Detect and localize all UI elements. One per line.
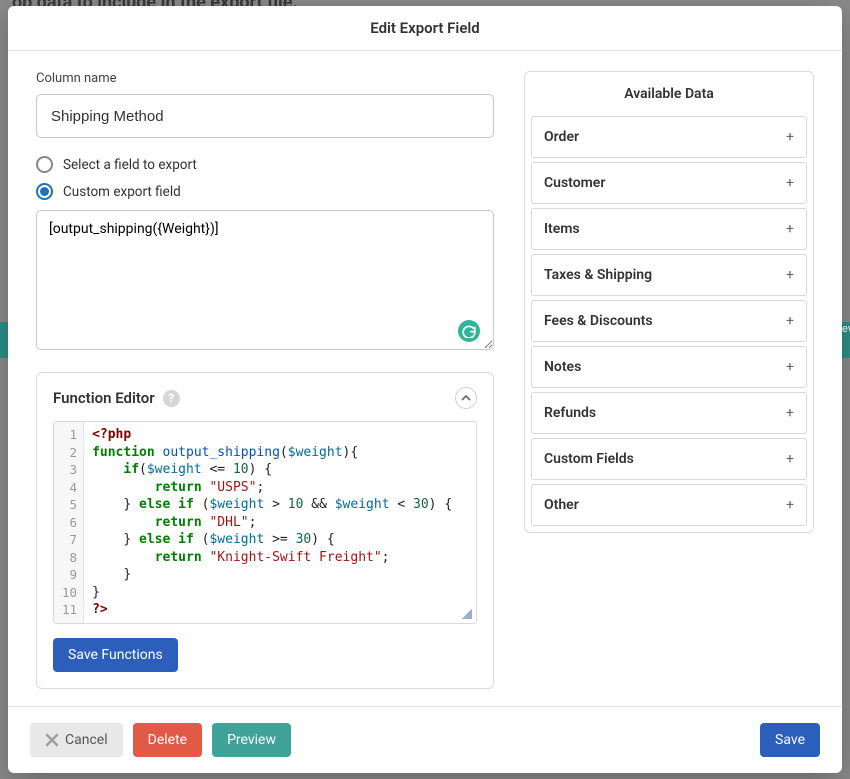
avail-item-customer[interactable]: Customer +	[531, 162, 807, 204]
avail-item-label: Order	[544, 129, 579, 145]
radio-select-label: Select a field to export	[63, 157, 197, 173]
grammarly-icon[interactable]	[458, 320, 480, 342]
radio-custom-label: Custom export field	[63, 184, 181, 200]
radio-custom-field[interactable]	[36, 183, 53, 200]
available-data-title: Available Data	[525, 72, 813, 116]
collapse-button[interactable]	[455, 387, 477, 409]
plus-icon: +	[786, 175, 794, 191]
function-editor-panel: Function Editor ? 1234567891011 <?phpfun…	[36, 372, 494, 689]
avail-item-label: Custom Fields	[544, 451, 634, 467]
radio-select-field[interactable]	[36, 156, 53, 173]
avail-item-label: Items	[544, 221, 580, 237]
avail-item-order[interactable]: Order +	[531, 116, 807, 158]
plus-icon: +	[786, 359, 794, 375]
avail-item-label: Other	[544, 497, 579, 513]
custom-field-textarea[interactable]	[36, 210, 494, 350]
save-button[interactable]: Save	[760, 723, 820, 757]
plus-icon: +	[786, 267, 794, 283]
plus-icon: +	[786, 129, 794, 145]
avail-item-label: Notes	[544, 359, 581, 375]
plus-icon: +	[786, 497, 794, 513]
plus-icon: +	[786, 221, 794, 237]
avail-item-label: Fees & Discounts	[544, 313, 653, 329]
background-strip-right: ev	[842, 322, 850, 358]
code-editor[interactable]: 1234567891011 <?phpfunction output_shipp…	[53, 421, 477, 624]
avail-item-refunds[interactable]: Refunds +	[531, 392, 807, 434]
cancel-label: Cancel	[65, 732, 108, 748]
avail-item-label: Refunds	[544, 405, 596, 421]
close-icon	[45, 733, 59, 747]
delete-button[interactable]: Delete	[133, 723, 202, 757]
avail-item-items[interactable]: Items +	[531, 208, 807, 250]
code-content[interactable]: <?phpfunction output_shipping($weight){ …	[84, 422, 460, 623]
edit-export-field-modal: Edit Export Field Column name Select a f…	[8, 6, 842, 773]
plus-icon: +	[786, 405, 794, 421]
avail-item-notes[interactable]: Notes +	[531, 346, 807, 388]
code-gutter: 1234567891011	[54, 422, 84, 623]
plus-icon: +	[786, 451, 794, 467]
avail-item-taxes-shipping[interactable]: Taxes & Shipping +	[531, 254, 807, 296]
avail-item-fees-discounts[interactable]: Fees & Discounts +	[531, 300, 807, 342]
plus-icon: +	[786, 313, 794, 329]
preview-button[interactable]: Preview	[212, 723, 291, 757]
column-name-label: Column name	[36, 71, 494, 86]
save-functions-button[interactable]: Save Functions	[53, 638, 178, 672]
cancel-button[interactable]: Cancel	[30, 723, 123, 757]
help-icon[interactable]: ?	[163, 390, 180, 407]
avail-item-label: Customer	[544, 175, 605, 191]
modal-title: Edit Export Field	[8, 6, 842, 51]
avail-item-label: Taxes & Shipping	[544, 267, 652, 283]
resize-handle-icon[interactable]	[462, 609, 472, 619]
avail-item-other[interactable]: Other +	[531, 484, 807, 526]
function-editor-title: Function Editor	[53, 389, 155, 407]
column-name-input[interactable]	[36, 94, 494, 138]
avail-item-custom-fields[interactable]: Custom Fields +	[531, 438, 807, 480]
background-strip	[0, 322, 8, 358]
available-data-panel: Available Data Order+Customer+Items+Taxe…	[524, 71, 814, 533]
